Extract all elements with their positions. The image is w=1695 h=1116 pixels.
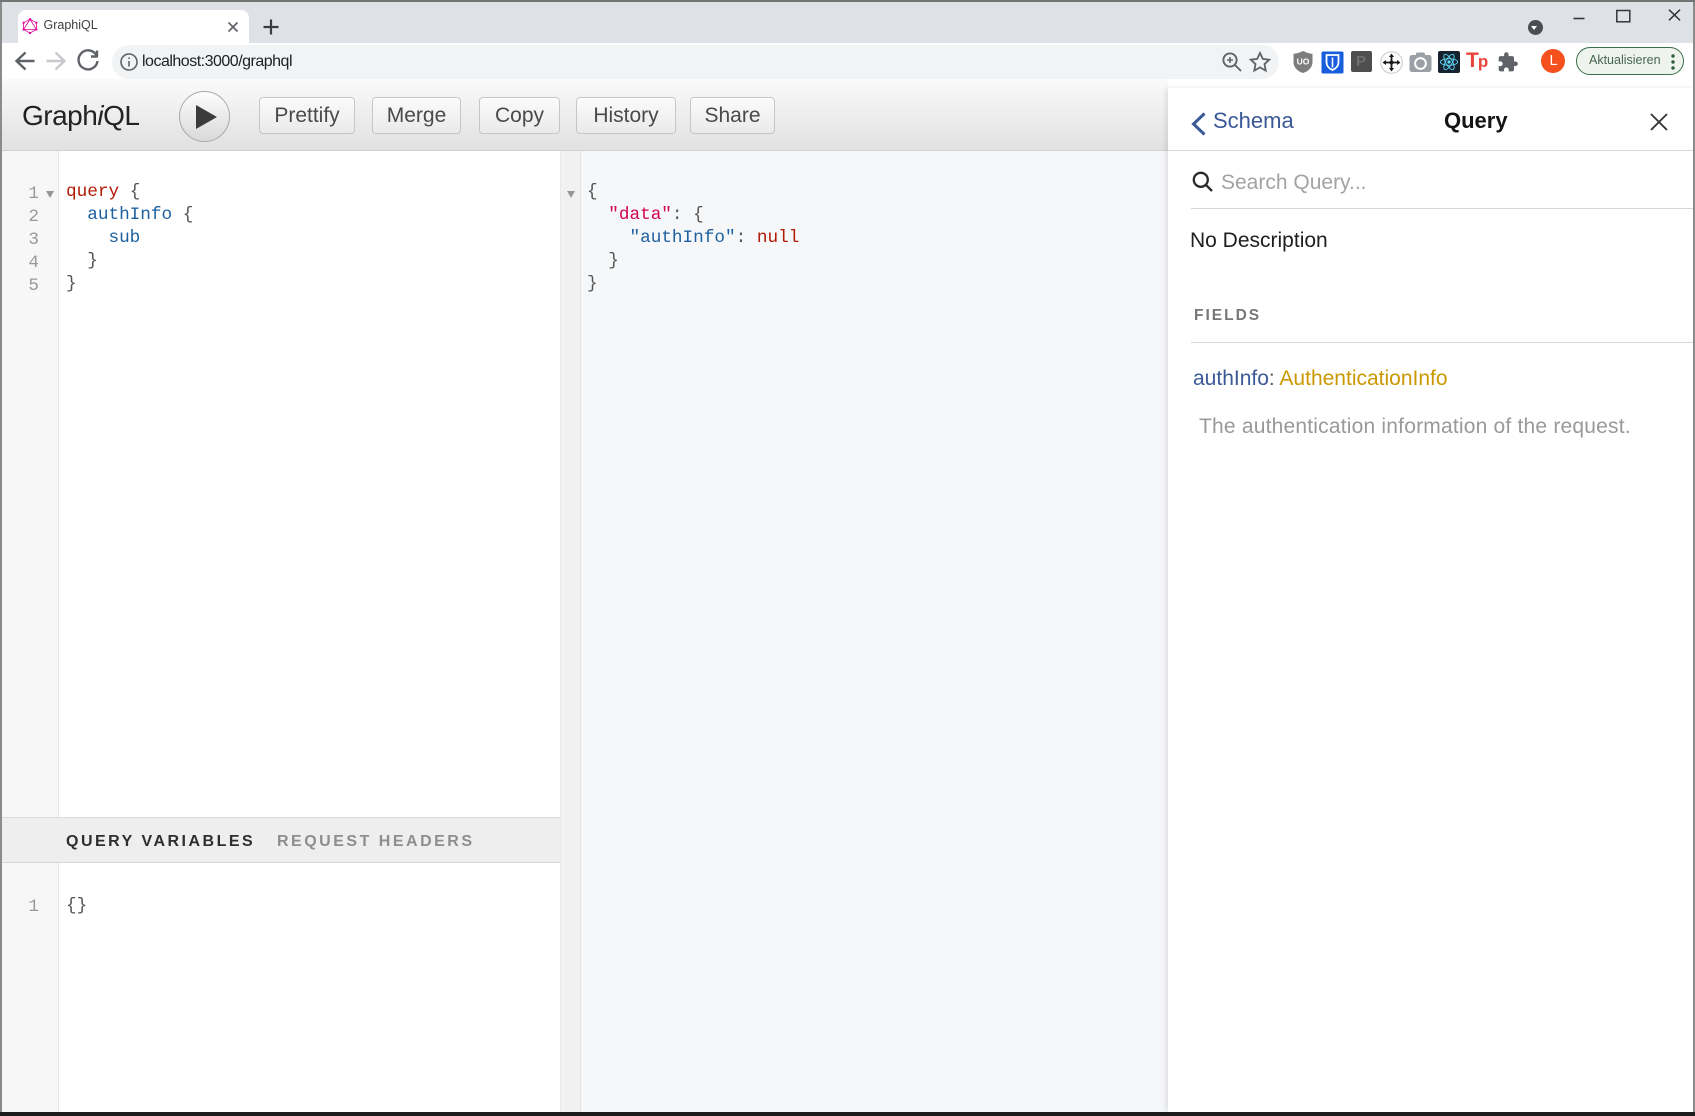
svg-text:UO: UO (1297, 57, 1310, 67)
